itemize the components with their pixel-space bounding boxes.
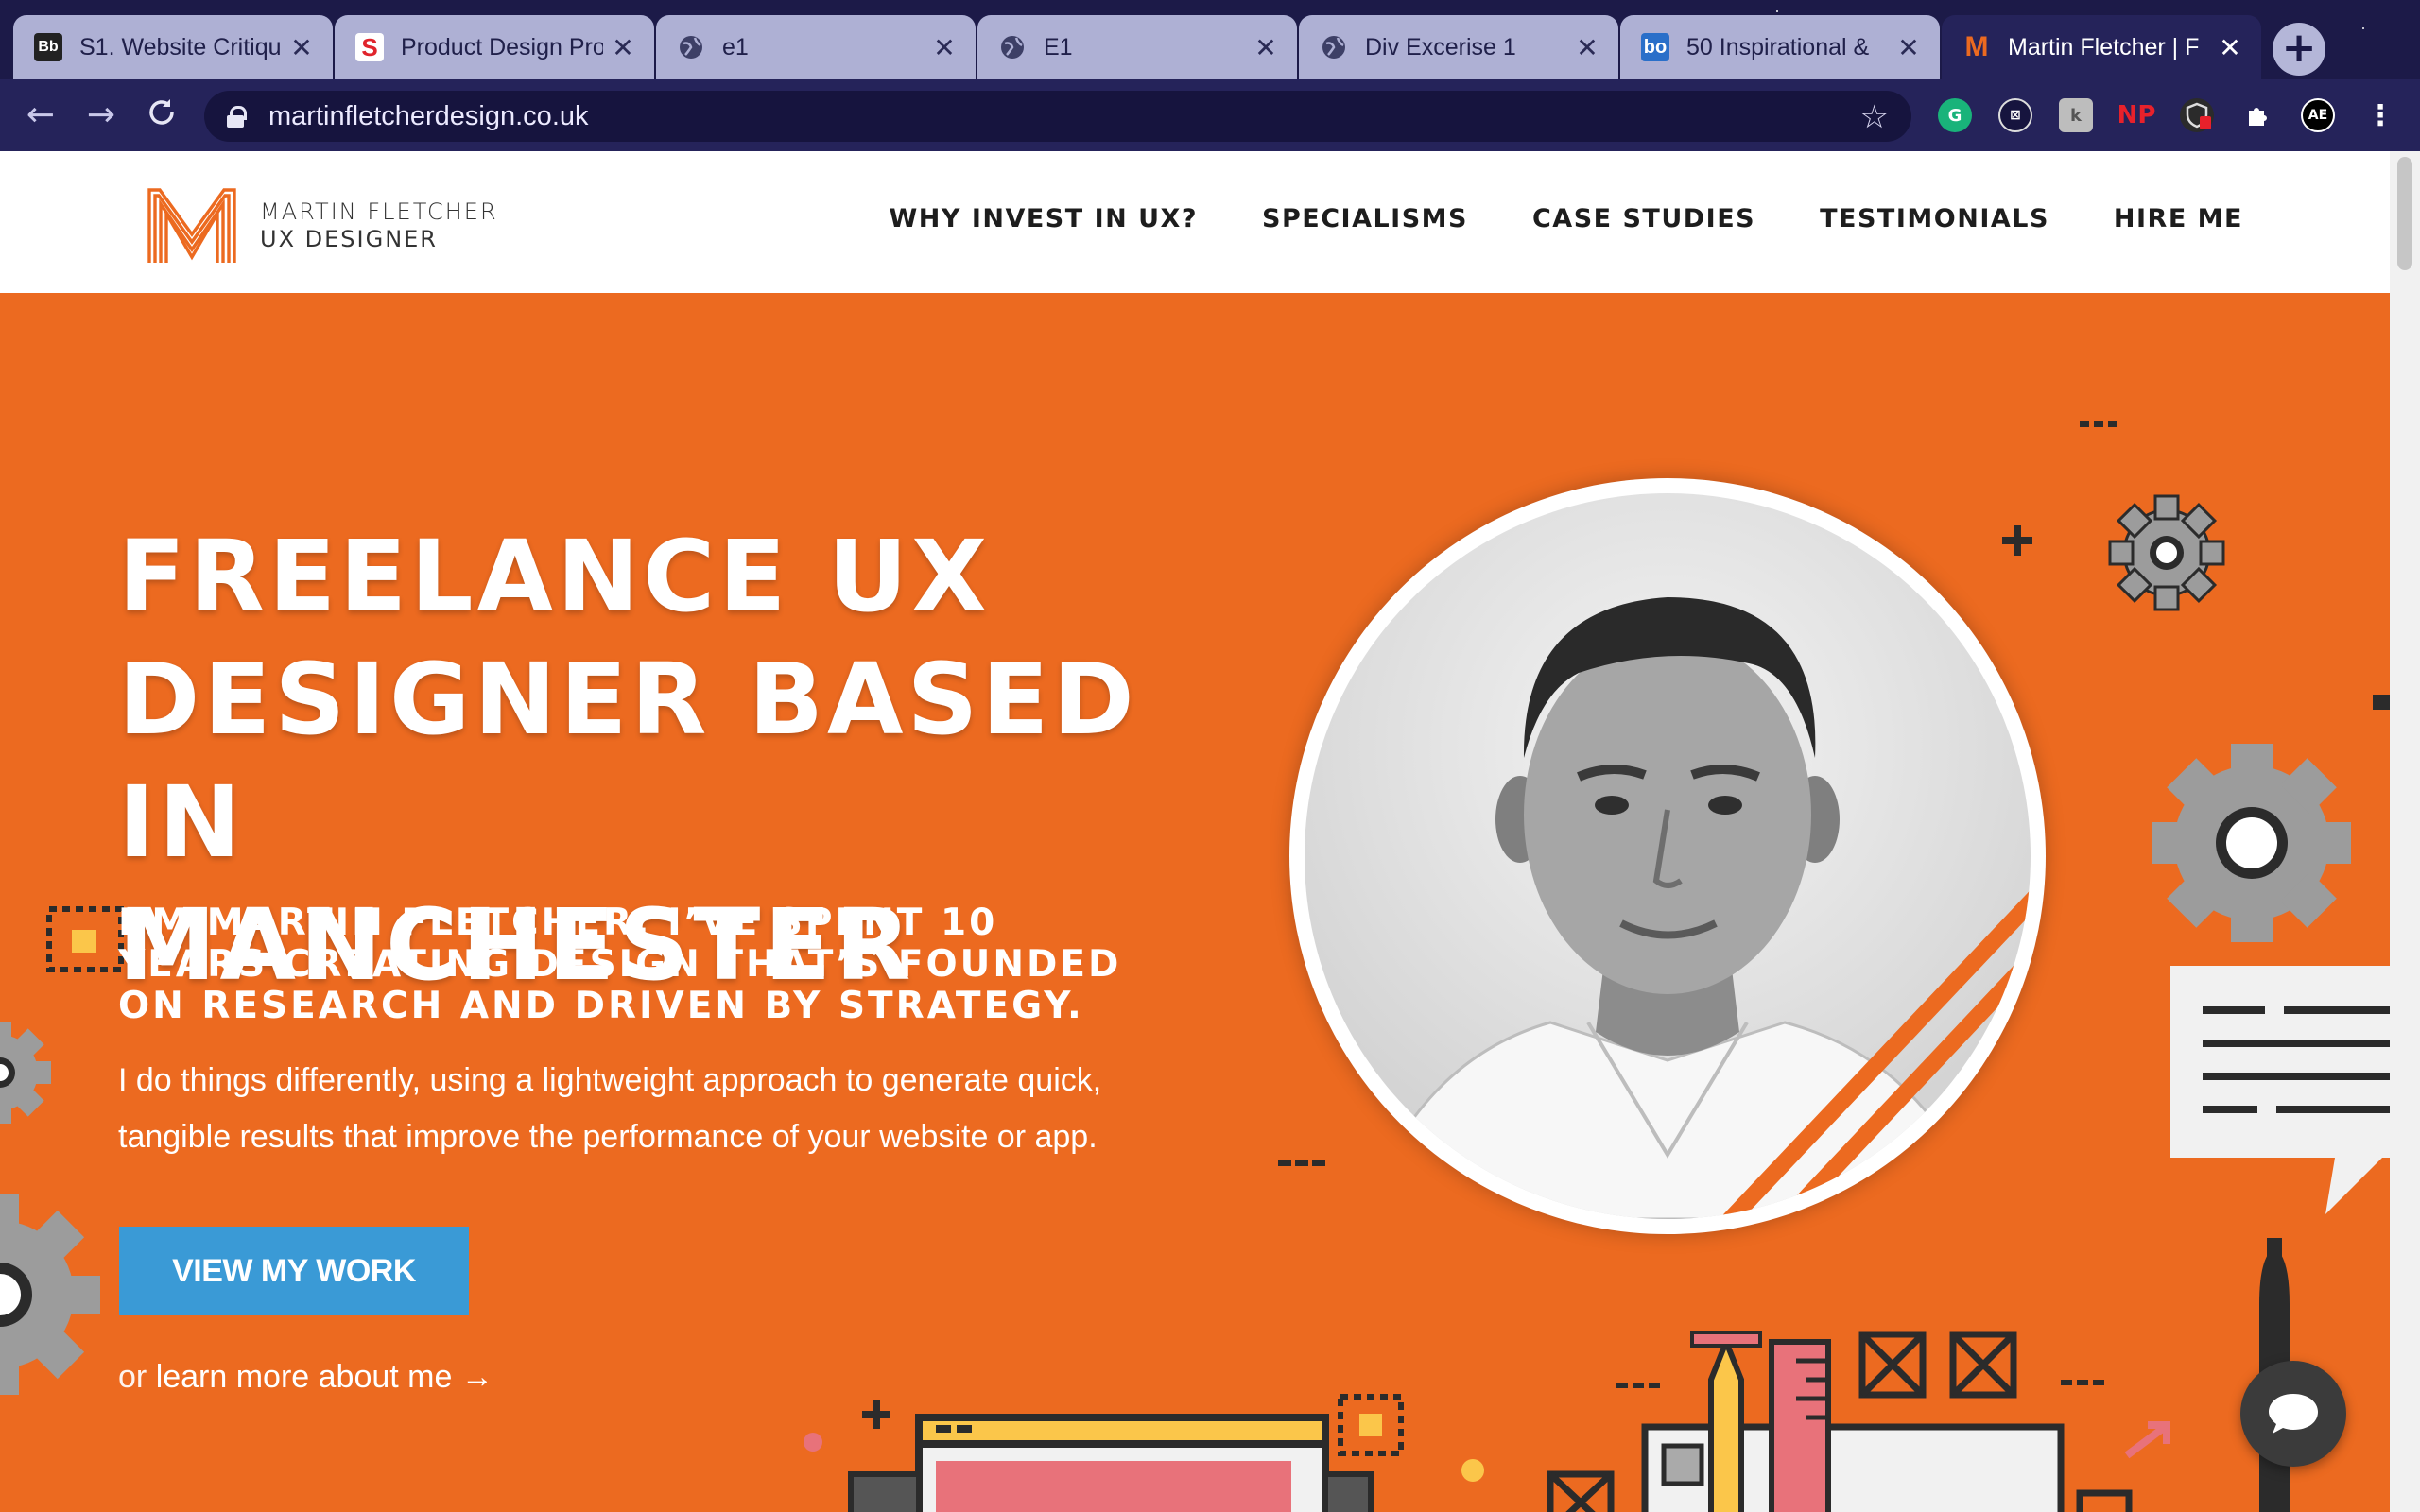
close-tab-icon[interactable]: ✕: [932, 32, 957, 63]
site-header: MARTIN FLETCHER UX DESIGNER WHY INVEST I…: [0, 151, 2390, 293]
scrollbar-thumb[interactable]: [2397, 157, 2412, 270]
arrow-right-icon: →: [460, 1359, 493, 1395]
globe-icon: [998, 33, 1027, 61]
mf-logo-icon: M: [1964, 31, 1989, 62]
mf-logo-icon[interactable]: [147, 187, 237, 265]
screencast-extension-icon[interactable]: ⊠: [1998, 98, 2032, 132]
browser-tab[interactable]: e1 ✕: [656, 15, 976, 79]
blackboard-icon: Bb: [34, 33, 62, 61]
learn-more-line: or learn more about me →: [118, 1359, 493, 1396]
profile-avatar-icon[interactable]: AE: [2301, 98, 2335, 132]
tab-title: Martin Fletcher | F: [2008, 33, 2200, 60]
bo-logo-icon: bo: [1641, 33, 1669, 61]
view-my-work-button[interactable]: VIEW MY WORK: [119, 1227, 469, 1315]
close-tab-icon[interactable]: ✕: [2218, 32, 2242, 63]
puzzle-extensions-icon[interactable]: [2240, 98, 2274, 132]
bookmark-star-icon[interactable]: ☆: [1860, 98, 1889, 136]
tab-title: e1: [722, 33, 749, 60]
close-tab-icon[interactable]: ✕: [1253, 32, 1278, 63]
nav-case-studies[interactable]: CASE STUDIES: [1532, 204, 1755, 233]
browser-tab[interactable]: Div Excerise 1 ✕: [1299, 15, 1618, 79]
more-menu-icon[interactable]: ⋮: [2363, 98, 2397, 132]
reload-icon[interactable]: [142, 96, 182, 136]
tab-title: S1. Website Critique: [79, 33, 282, 60]
back-icon[interactable]: ←: [21, 96, 60, 136]
logo-name: MARTIN FLETCHER: [260, 198, 498, 225]
browser-tab-active[interactable]: M Martin Fletcher | F ✕: [1942, 15, 2261, 79]
learn-more-link[interactable]: learn more about me: [156, 1359, 453, 1395]
close-tab-icon[interactable]: ✕: [1896, 32, 1921, 63]
grammarly-extension-icon[interactable]: G: [1938, 98, 1972, 132]
hero-heading-line: FREELANCE UX: [118, 519, 992, 634]
nav-hire-me[interactable]: HIRE ME: [2114, 204, 2243, 233]
nav-specialisms[interactable]: SPECIALISMS: [1262, 204, 1468, 233]
url-text: martinfletcherdesign.co.uk: [268, 100, 589, 131]
portrait-photo: [1305, 493, 2031, 1219]
browser-toolbar: ← → martinfletcherdesign.co.uk ☆ G ⊠ k N…: [0, 79, 2420, 151]
close-tab-icon[interactable]: ✕: [611, 32, 635, 63]
browser-tab-strip: Bb S1. Website Critique ✕ S Product Desi…: [0, 0, 2420, 79]
lock-icon: [227, 106, 247, 128]
browser-tab[interactable]: Bb S1. Website Critique ✕: [13, 15, 333, 79]
hero-heading-line: DESIGNER BASED IN: [118, 642, 1138, 880]
browser-tab[interactable]: bo 50 Inspirational & ✕: [1620, 15, 1940, 79]
logo-wordmark[interactable]: MARTIN FLETCHER UX DESIGNER: [260, 198, 498, 253]
s-logo-icon: S: [355, 33, 384, 61]
nav-testimonials[interactable]: TESTIMONIALS: [1820, 204, 2049, 233]
speech-bubble-decoration: [2170, 966, 2390, 1214]
np-extension-icon[interactable]: NP: [2118, 98, 2156, 132]
logo-role: UX DESIGNER: [260, 226, 438, 252]
forward-icon[interactable]: →: [81, 96, 121, 136]
chat-icon: [2269, 1394, 2318, 1434]
hero-description: I do things differently, using a lightwe…: [118, 1062, 1102, 1155]
address-bar[interactable]: martinfletcherdesign.co.uk ☆: [204, 91, 1911, 142]
hero-section: FREELANCE UX DESIGNER BASED IN MANCHESTE…: [0, 293, 2390, 1512]
shield-extension-icon[interactable]: [2180, 98, 2214, 132]
tab-title: E1: [1044, 33, 1073, 60]
chat-widget-button[interactable]: [2240, 1361, 2346, 1467]
design-tools-decoration: [1547, 1238, 2290, 1512]
tab-title: Div Excerise 1: [1365, 33, 1516, 60]
learn-more-prefix: or: [118, 1359, 147, 1395]
new-tab-button[interactable]: +: [2273, 23, 2325, 76]
tab-title: Product Design Pro: [401, 33, 603, 60]
scrollbar-track[interactable]: [2390, 151, 2420, 1512]
main-navigation: WHY INVEST IN UX? SPECIALISMS CASE STUDI…: [890, 204, 2244, 233]
browser-tab[interactable]: S Product Design Pro ✕: [335, 15, 654, 79]
close-tab-icon[interactable]: ✕: [289, 32, 314, 63]
hero-subheading: I’M MARTIN FLETCHER. I’VE SPENT 10 YEARS…: [118, 902, 1122, 1027]
monitor-decoration: [848, 1414, 1374, 1512]
tab-extension-icon[interactable]: k: [2059, 98, 2093, 132]
globe-icon: [677, 33, 705, 61]
tab-title: 50 Inspirational &: [1686, 33, 1870, 60]
portrait-frame: [1289, 478, 2046, 1234]
browser-tab[interactable]: E1 ✕: [977, 15, 1297, 79]
globe-icon: [1320, 33, 1348, 61]
close-tab-icon[interactable]: ✕: [1575, 32, 1599, 63]
nav-why-invest-in-ux[interactable]: WHY INVEST IN UX?: [890, 204, 1199, 233]
